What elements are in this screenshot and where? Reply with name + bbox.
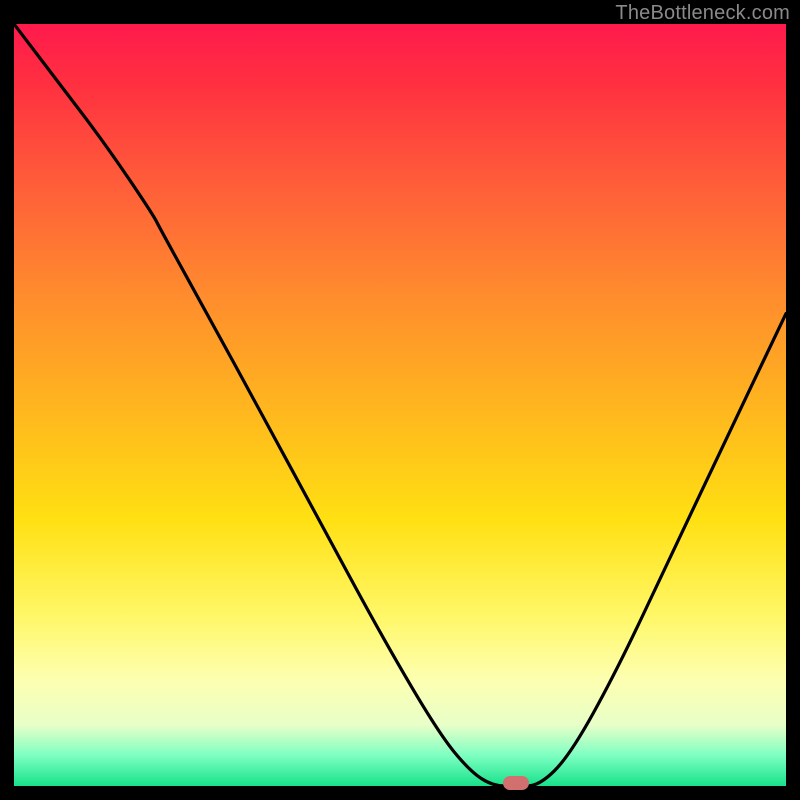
- chart-frame: TheBottleneck.com: [0, 0, 800, 800]
- valley-marker: [503, 776, 529, 790]
- bottleneck-curve: [14, 24, 786, 786]
- watermark-text: TheBottleneck.com: [615, 2, 790, 25]
- plot-area: [14, 24, 786, 786]
